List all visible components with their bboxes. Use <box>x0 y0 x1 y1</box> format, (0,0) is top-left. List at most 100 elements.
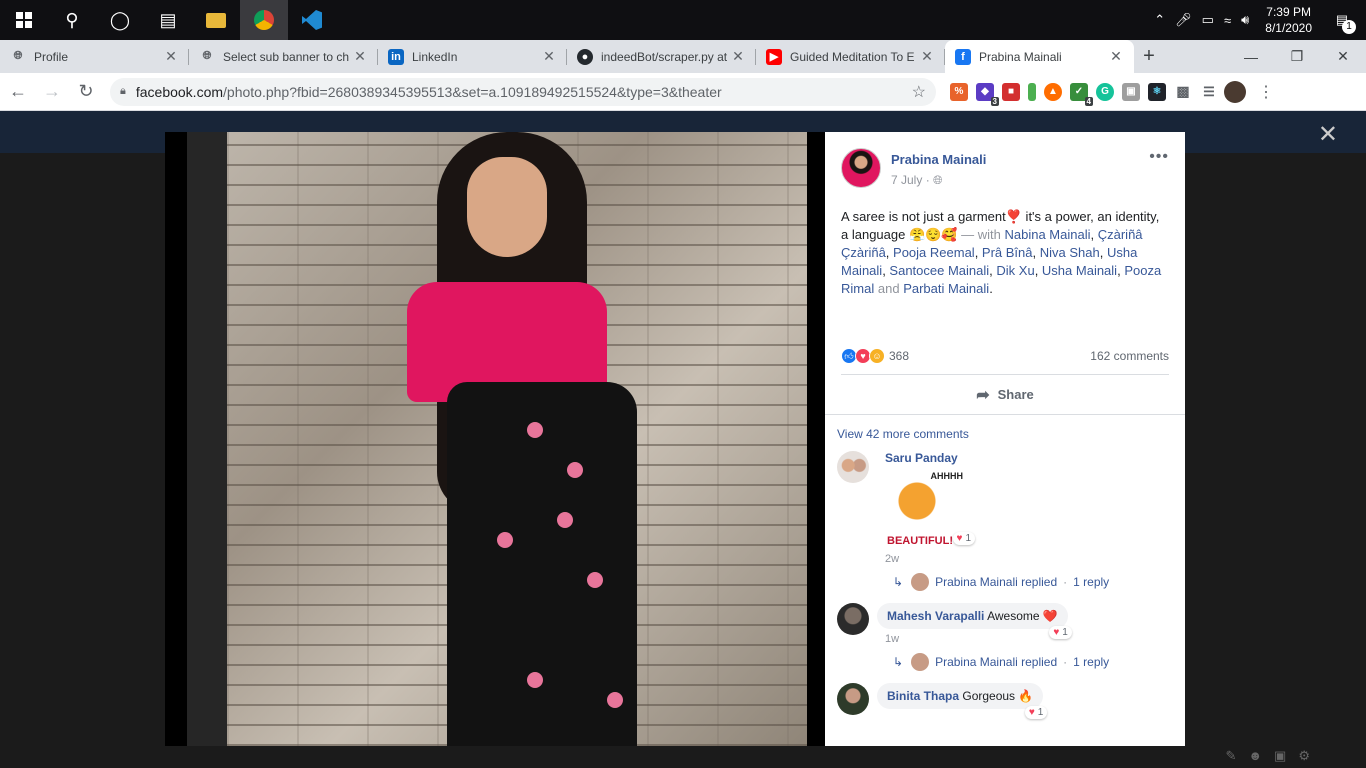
commenter-name[interactable]: Mahesh Varapalli <box>887 609 984 623</box>
tagged-user[interactable]: Pooja Reemal <box>893 245 975 260</box>
volume-icon[interactable]: 🔊︎ <box>1241 12 1249 28</box>
extension-icon[interactable]: ■ <box>1002 82 1020 101</box>
close-window-icon[interactable]: ✕ <box>1320 40 1366 73</box>
group-icon[interactable]: ☻ <box>1248 748 1262 764</box>
vscode-icon[interactable] <box>288 0 336 40</box>
compose-icon[interactable]: ✎ <box>1225 748 1236 764</box>
comment-reaction-badge[interactable]: ♥ 1 <box>1024 706 1048 719</box>
comment-reaction-badge[interactable]: ♥ 1 <box>1049 626 1072 639</box>
extension-icon[interactable]: % <box>950 82 968 101</box>
more-options-icon[interactable]: ••• <box>1149 148 1169 166</box>
tab-title: Guided Meditation To E <box>790 49 915 64</box>
video-icon[interactable]: ▣ <box>1274 748 1286 764</box>
clock-time: 7:39 PM <box>1266 5 1311 19</box>
tab-facebook[interactable]: f Prabina Mainali ✕ <box>945 40 1134 73</box>
chevron-up-icon[interactable]: ⌃ <box>1154 12 1165 28</box>
tagged-user[interactable]: Niva Shah <box>1040 245 1100 260</box>
battery-icon[interactable]: ▭ <box>1202 12 1214 28</box>
commenter-avatar[interactable] <box>837 603 869 635</box>
chrome-menu-icon[interactable]: ⋮ <box>1254 82 1278 102</box>
commenter-avatar[interactable] <box>837 451 869 483</box>
system-tray: ⌃ 🎤︎ ▭ ≈ 🔊︎ 7:39 PM 8/1/2020 ▤ 1 <box>1154 0 1366 40</box>
reload-icon[interactable]: ↻ <box>70 76 102 108</box>
bookmark-star-icon[interactable]: ☆ <box>912 82 926 102</box>
commenter-name[interactable]: Saru Panday <box>885 451 965 465</box>
windows-start-icon[interactable] <box>0 0 48 40</box>
tagged-user[interactable]: Nabina Mainali <box>1005 227 1091 242</box>
tagged-user[interactable]: Parbati Mainali <box>903 281 989 296</box>
close-icon[interactable]: ✕ <box>163 48 179 65</box>
react-devtools-icon[interactable]: ⚛ <box>1148 82 1166 101</box>
settings-gear-icon[interactable]: ⚙ <box>1298 748 1310 764</box>
task-view-icon[interactable]: ▤ <box>144 0 192 40</box>
post-author[interactable]: Prabina Mainali <box>891 152 986 167</box>
wifi-icon[interactable]: ≈ <box>1224 13 1231 28</box>
tab-sub-banner[interactable]: 🌐︎ Select sub banner to ch ✕ <box>189 40 378 73</box>
close-icon[interactable]: ✕ <box>919 48 935 65</box>
tab-title: Select sub banner to ch <box>223 49 350 64</box>
profile-avatar[interactable] <box>1224 80 1246 103</box>
separator-dot: · <box>1063 655 1068 669</box>
new-tab-button[interactable]: + <box>1134 40 1164 73</box>
author-avatar[interactable] <box>841 148 881 188</box>
microphone-icon[interactable]: 🎤︎ <box>1175 12 1192 28</box>
puzzle-icon[interactable]: ▩ <box>1174 82 1192 101</box>
forward-icon[interactable]: → <box>36 76 68 108</box>
share-label: Share <box>997 387 1034 402</box>
chrome-icon[interactable] <box>240 0 288 40</box>
comment-time[interactable]: 1w <box>885 633 1068 645</box>
comment-body: Mahesh Varapalli Awesome ❤️ ♥ 1 1w <box>877 603 1072 645</box>
heart-icon: ♥ <box>1028 707 1035 718</box>
file-explorer-icon[interactable] <box>192 0 240 40</box>
minimize-icon[interactable]: — <box>1228 40 1274 73</box>
globe-icon: 🌐︎ <box>933 173 943 187</box>
url-host: facebook.com <box>135 83 224 100</box>
comment-time[interactable]: 2w <box>885 553 965 565</box>
search-icon[interactable]: ⚲ <box>48 0 96 40</box>
commenter-avatar[interactable] <box>837 683 869 715</box>
reply-link[interactable]: ↳ Prabina Mainali replied · 1 reply <box>893 653 1173 671</box>
notification-count: 1 <box>1342 20 1356 34</box>
grammarly-icon[interactable]: G <box>1096 82 1114 101</box>
close-icon[interactable]: ✕ <box>541 48 557 65</box>
photo-subject-face <box>467 157 547 257</box>
comment-count[interactable]: 162 comments <box>1090 349 1169 363</box>
care-reaction-icon[interactable]: ☺ <box>869 348 885 364</box>
post-photo[interactable] <box>227 132 807 746</box>
restore-icon[interactable]: ❐ <box>1274 40 1320 73</box>
view-more-comments[interactable]: View 42 more comments <box>837 427 1173 441</box>
tagged-user[interactable]: Prâ Bînâ <box>982 245 1033 260</box>
clock[interactable]: 7:39 PM 8/1/2020 <box>1259 4 1318 36</box>
post-date[interactable]: 7 July · 🌐︎ <box>891 173 986 188</box>
tab-youtube[interactable]: ▶ Guided Meditation To E ✕ <box>756 40 945 73</box>
sticker-top-text: AHHHH <box>930 471 964 481</box>
action-center-icon[interactable]: ▤ 1 <box>1328 6 1356 34</box>
comment-reaction-badge[interactable]: ♥ 1 <box>952 532 975 545</box>
saree-flower <box>567 462 583 478</box>
close-icon[interactable]: ✕ <box>730 48 746 65</box>
extension-icon[interactable]: ▲ <box>1044 82 1062 101</box>
close-icon[interactable]: ✕ <box>1108 48 1124 65</box>
back-icon[interactable]: ← <box>2 76 34 108</box>
close-icon[interactable]: ✕ <box>352 48 368 65</box>
extension-icon[interactable]: ◆ 3 <box>976 82 999 106</box>
reply-link[interactable]: ↳ Prabina Mainali replied · 1 reply <box>893 573 1173 591</box>
tagged-user[interactable]: Usha Mainali <box>1042 263 1117 278</box>
share-button[interactable]: ➦ Share <box>825 375 1185 415</box>
camera-icon[interactable]: ▣ <box>1122 82 1140 101</box>
tab-profile[interactable]: 🌐︎ Profile ✕ <box>0 40 189 73</box>
media-control-icon[interactable]: ☰ <box>1200 82 1218 101</box>
commenter-name[interactable]: Binita Thapa <box>887 689 959 703</box>
reaction-count[interactable]: 368 <box>889 349 909 363</box>
close-theater-icon[interactable]: ✕ <box>1318 120 1338 149</box>
tagged-user[interactable]: Dik Xu <box>996 263 1034 278</box>
tagged-user[interactable]: Santocee Mainali <box>889 263 989 278</box>
cortana-icon[interactable]: ◯ <box>96 0 144 40</box>
address-bar[interactable]: 🔒︎ facebook.com/photo.php?fbid=268038934… <box>110 77 936 106</box>
tab-github[interactable]: ● indeedBot/scraper.py at ✕ <box>567 40 756 73</box>
tab-linkedin[interactable]: in LinkedIn ✕ <box>378 40 567 73</box>
extension-icon[interactable] <box>1028 82 1036 101</box>
lock-icon[interactable]: 🔒︎ <box>120 85 126 98</box>
youtube-icon: ▶ <box>766 48 782 65</box>
extension-icon[interactable]: ✓ 4 <box>1070 82 1093 106</box>
